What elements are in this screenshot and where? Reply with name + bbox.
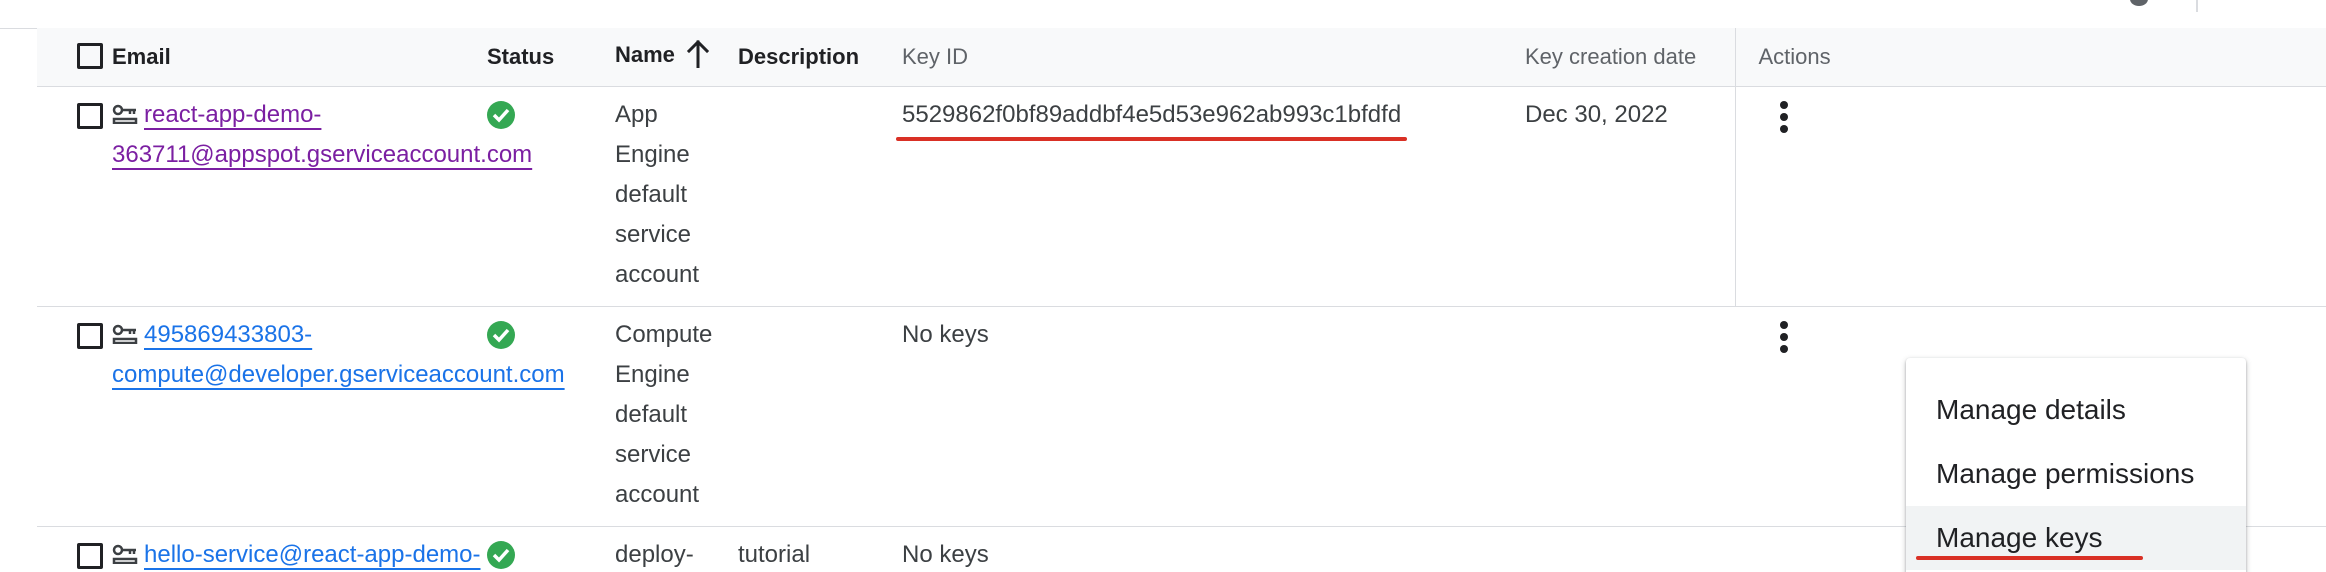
status-cell [487,86,615,306]
email-link[interactable]: hello-service@react-app-demo- [144,541,481,568]
row-checkbox[interactable] [77,102,103,129]
email-cell: react-app-demo- 363711@appspot.gserviceac… [112,86,532,306]
email-cell: 495869433803- compute@developer.gservicea… [112,306,565,526]
description-cell: tutorial [738,540,811,568]
select-all-cell [37,28,112,87]
toolbar-cutoff [0,0,2326,29]
column-header-key-creation-date[interactable]: Key creation date [1525,28,1735,87]
key-icon [112,97,138,124]
check-circle-icon [487,540,515,569]
column-header-email[interactable]: Email [112,28,487,87]
column-header-key-id[interactable]: Key ID [902,28,1525,87]
check-circle-icon [487,100,515,129]
table-row: react-app-demo- 363711@appspot.gserviceac… [37,86,2326,306]
menu-item-manage-keys-label: Manage keys [1916,506,2142,570]
row-checkbox-cell [37,86,112,306]
description-cell [738,86,902,306]
column-header-name-label: Name [615,41,675,67]
description-cell [738,306,902,526]
status-cell [487,306,615,526]
actions-cell [1734,86,2326,306]
toolbar-divider [2196,0,2198,12]
actions-menu: Manage details Manage permissions Manage… [1906,358,2246,572]
menu-item-manage-keys[interactable]: Manage keys [1906,506,2246,570]
column-header-name[interactable]: Name [615,28,738,87]
menu-item-manage-permissions[interactable]: Manage permissions [1906,442,2246,506]
key-id-cell: 5529862f0bf89addbf4e5d53e962ab993c1bfdfd [895,86,1525,306]
key-id-cell: No keys [902,320,989,348]
email-cell: hello-service@react-app-demo- [112,526,487,572]
row-checkbox[interactable] [77,322,103,349]
email-link[interactable]: react-app-demo- 363711@appspot.gserviceac… [112,101,532,168]
key-creation-date-cell: Dec 30, 2022 [1525,100,1668,128]
row-checkbox-cell [37,526,112,572]
column-header-description[interactable]: Description [738,28,902,87]
table-header-row: Email Status Name Description Key ID Key… [37,28,2326,87]
check-circle-icon [487,320,515,349]
name-cell: App Engine default service account [615,100,700,288]
key-icon [112,537,138,564]
column-header-actions: Actions [1734,28,2326,87]
more-vert-icon[interactable] [1764,95,1804,135]
column-header-status[interactable]: Status [487,28,615,87]
menu-item-manage-details[interactable]: Manage details [1906,378,2246,442]
name-cell: Compute Engine default service account [615,320,713,508]
name-cell: deploy- [615,540,694,568]
row-checkbox[interactable] [77,542,103,569]
key-icon [112,317,138,344]
service-accounts-view: Email Status Name Description Key ID Key… [0,0,2326,572]
key-creation-date-cell [1525,526,1735,572]
key-creation-date-cell [1525,306,1735,526]
key-id-cell: No keys [902,540,989,568]
status-cell [487,526,615,572]
arrow-up-icon[interactable] [686,39,710,74]
select-all-checkbox[interactable] [77,42,103,69]
help-icon[interactable] [2130,0,2148,6]
row-checkbox-cell [37,306,112,526]
key-id-value: 5529862f0bf89addbf4e5d53e962ab993c1bfdfd [895,95,1408,141]
more-vert-icon[interactable] [1764,315,1804,355]
